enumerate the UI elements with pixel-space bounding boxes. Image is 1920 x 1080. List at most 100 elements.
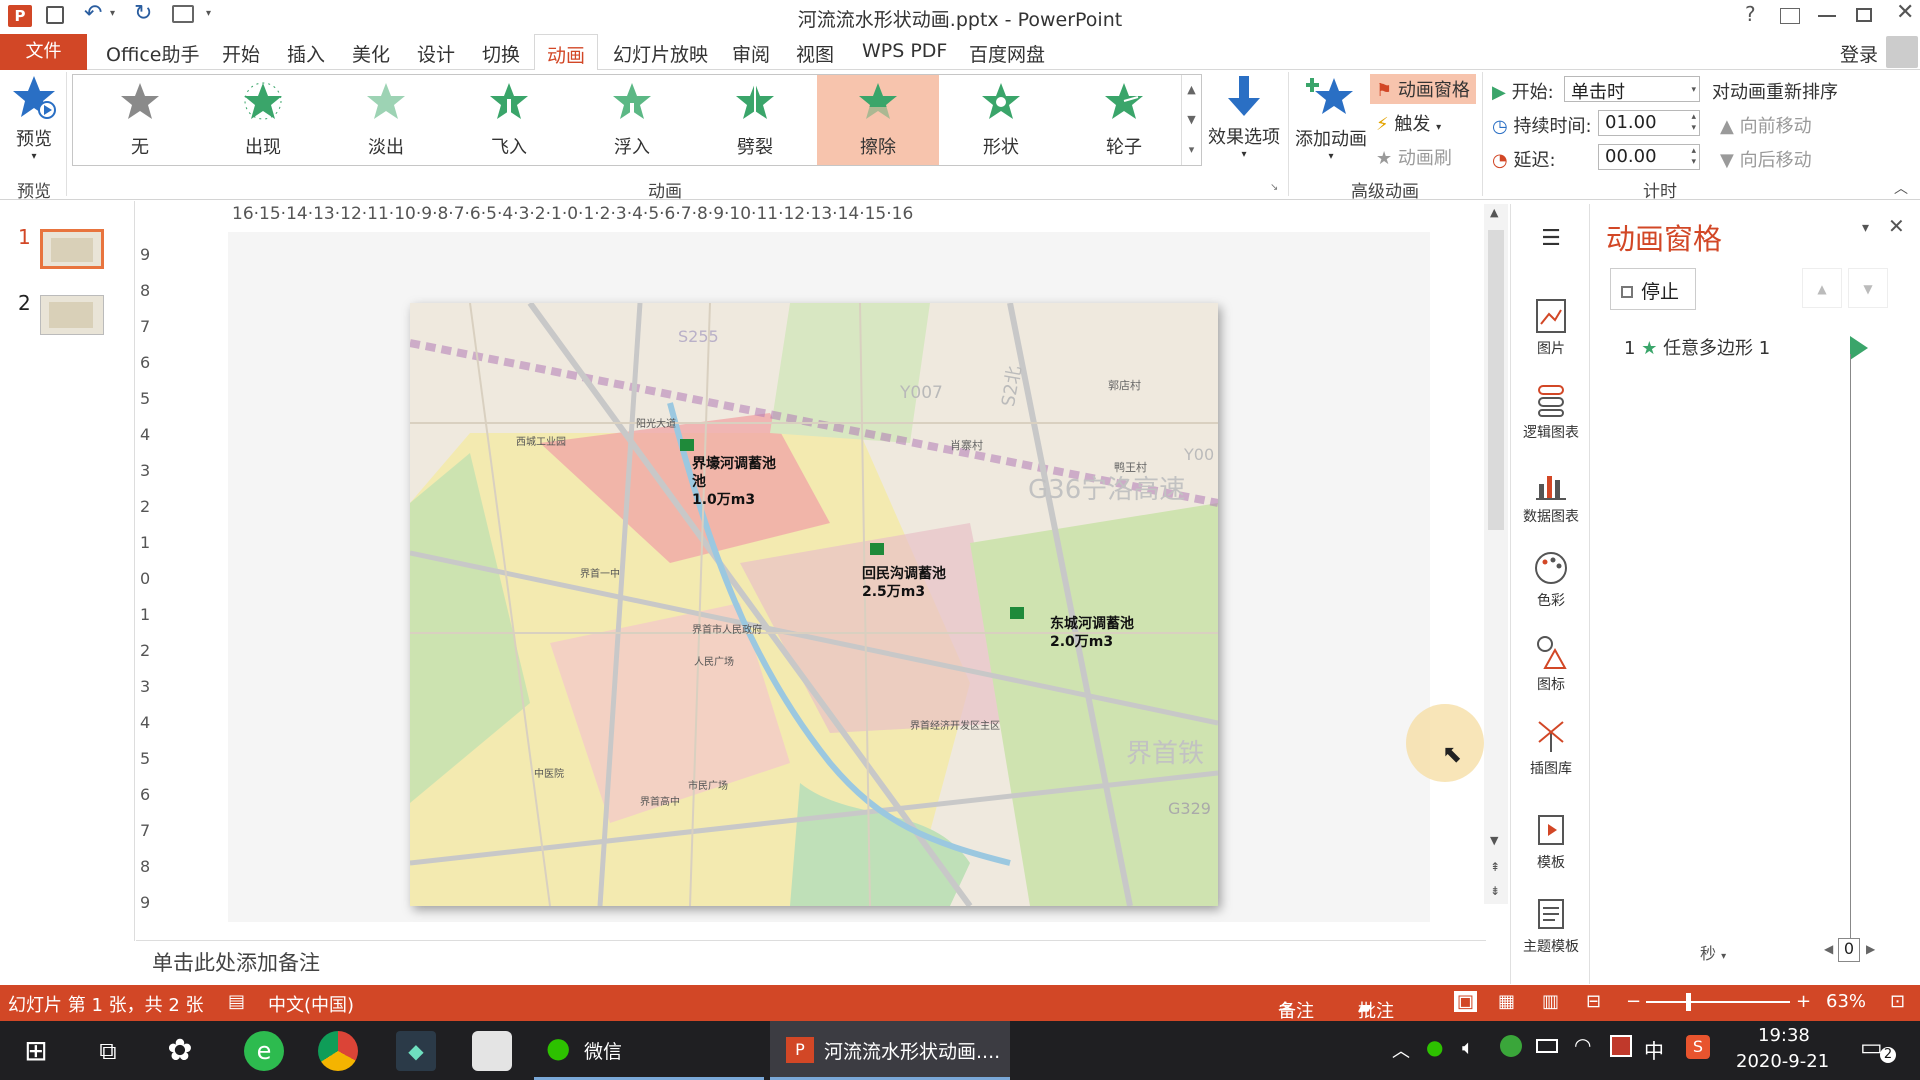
preview-dropdown-icon[interactable]: ▾: [8, 151, 60, 162]
duration-spinner[interactable]: 01.00 ▴ ▾: [1598, 110, 1700, 136]
spellcheck-icon[interactable]: ▤: [228, 991, 245, 1012]
collapse-toolbar-button[interactable]: ☰: [1511, 226, 1591, 251]
tool-icons[interactable]: 图标: [1511, 634, 1591, 694]
anim-fade[interactable]: 淡出: [325, 75, 447, 165]
pane-options-icon[interactable]: ▾: [1862, 220, 1869, 236]
move-later-button[interactable]: ▼ 向后移动: [1720, 146, 1812, 172]
scroll-up-arrow[interactable]: ▲: [1490, 206, 1498, 219]
tool-logic-chart[interactable]: 逻辑图表: [1511, 382, 1591, 442]
tool-picture[interactable]: 图片: [1511, 298, 1591, 358]
slideshow-view-icon[interactable]: ⊟: [1586, 991, 1601, 1012]
timeline-bar[interactable]: [1850, 336, 1868, 360]
anim-float-in[interactable]: 浮入: [571, 75, 693, 165]
show-hidden-icons[interactable]: ︿: [1392, 1037, 1410, 1063]
tool-illustration[interactable]: 插图库: [1511, 718, 1591, 778]
tab-slideshow[interactable]: 幻灯片放映: [613, 40, 708, 67]
app-icon[interactable]: ◆: [396, 1031, 436, 1071]
help-icon[interactable]: ?: [1745, 2, 1756, 26]
tool-template[interactable]: 模板: [1511, 812, 1591, 872]
anim-split[interactable]: 劈裂: [694, 75, 816, 165]
tab-office-assistant[interactable]: Office助手: [106, 40, 199, 67]
gallery-more[interactable]: ▾: [1181, 135, 1201, 165]
scroll-thumb[interactable]: [1488, 230, 1504, 530]
anim-wheel[interactable]: 轮子: [1063, 75, 1185, 165]
fit-slide-icon[interactable]: ⊡: [1890, 991, 1905, 1012]
slide-map-image[interactable]: S255 Y007 G36宁洛高速 G329 Y00 S2北 郭店村 鸭王村 肖…: [410, 303, 1218, 906]
add-animation-dropdown-icon[interactable]: ▾: [1292, 151, 1370, 162]
dialog-launcher-icon[interactable]: ↘: [1270, 182, 1278, 193]
move-up-button[interactable]: ▲: [1802, 268, 1842, 308]
task-view-icon[interactable]: ⧉: [88, 1031, 128, 1071]
tab-transitions[interactable]: 切换: [482, 40, 520, 67]
spin-down-icon[interactable]: ▾: [1691, 123, 1696, 133]
windows-start-icon[interactable]: ⊞: [16, 1031, 56, 1071]
animation-painter-button[interactable]: ★ 动画刷: [1376, 144, 1452, 170]
language-indicator[interactable]: 中文(中国): [268, 991, 354, 1017]
seconds-dropdown[interactable]: 秒 ▾: [1700, 940, 1726, 964]
chrome-icon[interactable]: [318, 1031, 358, 1071]
anim-wipe[interactable]: 擦除: [817, 75, 939, 165]
reading-view-icon[interactable]: ▥: [1542, 991, 1559, 1012]
effect-options-dropdown-icon[interactable]: ▾: [1206, 149, 1282, 160]
minimize-icon[interactable]: [1818, 15, 1836, 17]
restore-icon[interactable]: [1856, 8, 1872, 22]
tool-theme-template[interactable]: 主题模板: [1511, 896, 1591, 956]
spin-up-icon[interactable]: ▴: [1691, 112, 1696, 122]
anim-appear[interactable]: 出现: [202, 75, 324, 165]
vertical-scrollbar[interactable]: ▲ ▼ ⇞ ⇟: [1484, 204, 1508, 904]
gallery-scroll-up[interactable]: ▲: [1181, 75, 1201, 105]
spin-up-icon[interactable]: ▴: [1691, 146, 1696, 156]
clock-time[interactable]: 19:38: [1758, 1025, 1810, 1046]
ribbon-display-icon[interactable]: [1780, 8, 1800, 24]
tab-baidu-pan[interactable]: 百度网盘: [969, 40, 1045, 67]
effect-options-button[interactable]: 效果选项 ▾: [1206, 74, 1282, 160]
powerpoint-task[interactable]: P 河流流水形状动画....: [770, 1021, 1010, 1080]
tab-animations[interactable]: 动画: [534, 34, 599, 71]
time-next-icon[interactable]: ▶: [1866, 942, 1875, 956]
zoom-slider-thumb[interactable]: [1686, 993, 1691, 1011]
add-animation-button[interactable]: 添加动画 ▾: [1292, 74, 1370, 162]
clock-date[interactable]: 2020-9-21: [1736, 1051, 1829, 1072]
move-down-button[interactable]: ▼: [1848, 268, 1888, 308]
notes-area[interactable]: 单击此处添加备注: [136, 940, 1486, 984]
next-slide-icon[interactable]: ⇟: [1490, 884, 1500, 898]
tab-home[interactable]: 开始: [222, 40, 260, 67]
volume-icon[interactable]: 🔈︎: [1462, 1035, 1474, 1059]
collapse-ribbon-icon[interactable]: ︿: [1894, 178, 1908, 198]
pinwheel-app-icon[interactable]: ✿: [160, 1031, 200, 1071]
slide-thumbnail-2[interactable]: [40, 295, 104, 335]
user-avatar[interactable]: [1886, 36, 1918, 68]
close-pane-icon[interactable]: ✕: [1888, 214, 1905, 238]
close-window-icon[interactable]: ✕: [1896, 0, 1914, 25]
start-select[interactable]: 单击时 ▾: [1564, 76, 1700, 103]
scroll-down-arrow[interactable]: ▼: [1490, 834, 1498, 847]
battery-icon[interactable]: [1536, 1039, 1558, 1053]
wifi-icon[interactable]: ◠: [1574, 1033, 1591, 1057]
tab-file[interactable]: 文件: [0, 34, 87, 70]
tool-color[interactable]: 色彩: [1511, 550, 1591, 610]
wechat-tray-icon[interactable]: ●: [1426, 1035, 1443, 1059]
ie-browser-icon[interactable]: e: [244, 1031, 284, 1071]
anim-none[interactable]: 无: [79, 75, 201, 165]
tab-wps-pdf[interactable]: WPS PDF: [862, 40, 947, 62]
slide-sorter-icon[interactable]: ▦: [1498, 991, 1515, 1012]
tray-green-icon[interactable]: [1500, 1035, 1522, 1057]
zoom-out-icon[interactable]: −: [1626, 991, 1641, 1012]
zoom-in-icon[interactable]: +: [1796, 991, 1811, 1012]
tray-red-icon[interactable]: [1610, 1035, 1632, 1057]
anim-shape[interactable]: 形状: [940, 75, 1062, 165]
zoom-slider[interactable]: [1646, 1001, 1790, 1003]
delay-spinner[interactable]: 00.00 ▴ ▾: [1598, 144, 1700, 170]
prev-slide-icon[interactable]: ⇞: [1490, 860, 1500, 874]
anim-fly-in[interactable]: 飞入: [448, 75, 570, 165]
trigger-button[interactable]: ⚡ 触发 ▾: [1376, 110, 1441, 136]
tab-review[interactable]: 审阅: [732, 40, 770, 67]
animation-list-item[interactable]: 1 ★ 任意多边形 1: [1624, 334, 1770, 360]
tab-view[interactable]: 视图: [796, 40, 834, 67]
ime-indicator[interactable]: 中: [1644, 1035, 1664, 1064]
time-prev-icon[interactable]: ◀: [1824, 942, 1833, 956]
gallery-scroll-down[interactable]: ▼: [1181, 105, 1201, 135]
spin-down-icon[interactable]: ▾: [1691, 157, 1696, 167]
tab-beautify[interactable]: 美化: [352, 40, 390, 67]
animation-pane-button[interactable]: ⚑ 动画窗格: [1370, 74, 1476, 104]
